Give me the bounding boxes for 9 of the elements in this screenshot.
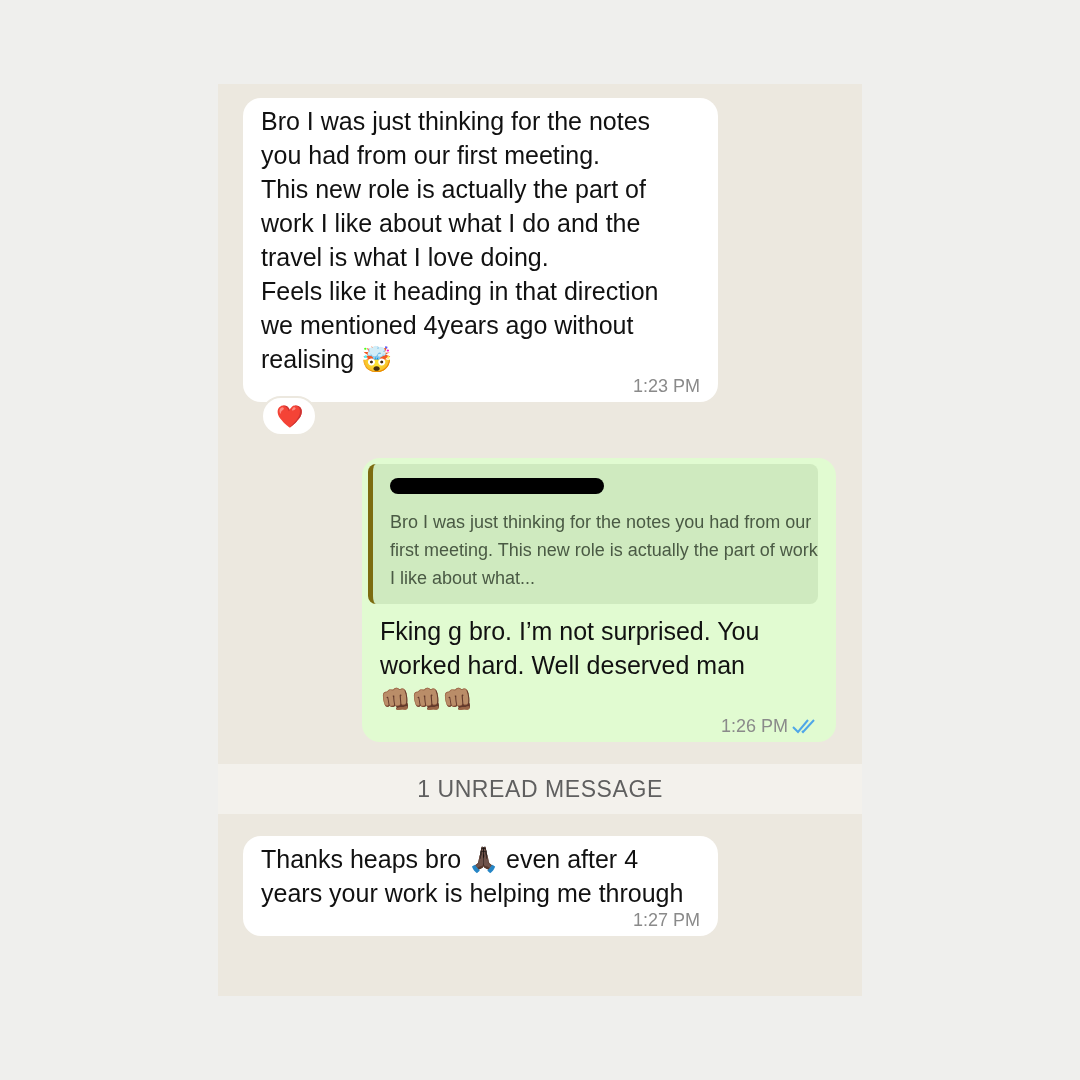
timestamp: 1:26 PM [720, 716, 788, 736]
quoted-text: Bro I was just thinking for the notes you had from our first meeting. This new role is actually the part of work I like about what... [390, 511, 819, 590]
message-text: Fking g bro. I’m not surprised. You worked hard. Well deserved man 👊🏽👊🏽👊🏽 [380, 616, 761, 715]
message-text: Thanks heaps bro 🙏🏿 even after 4 years your work is helping me through [261, 844, 685, 909]
unread-divider-label: 1 UNREAD MESSAGE [417, 774, 663, 804]
reaction-badge: ❤ [261, 396, 317, 436]
message-text: Bro I was just thinking for the notes you had from our first meeting. This new role is actually the part of work I like about what I do and the travel is what I love doing. Feels like it heading in that direction we mentioned 4years ago without realising 🤯 [261, 106, 660, 375]
timestamp: 1:27 PM [632, 910, 700, 930]
timestamp: 1:23 PM [632, 376, 700, 396]
